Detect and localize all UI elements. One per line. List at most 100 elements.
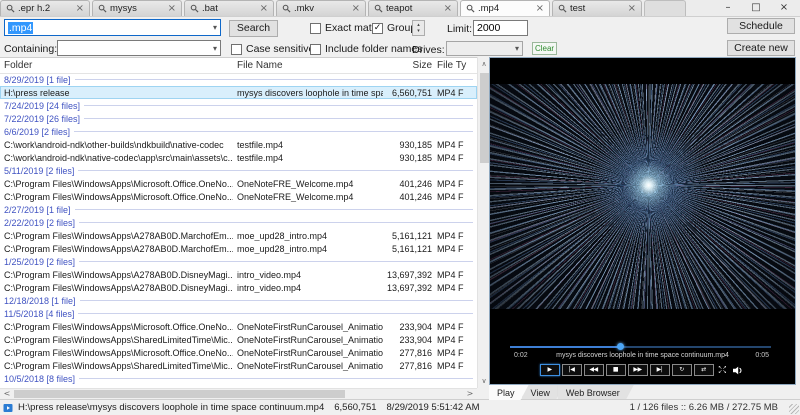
limit-input[interactable] <box>473 20 528 36</box>
tab-mysys[interactable]: mysys× <box>92 0 182 16</box>
progress-fill <box>510 346 620 348</box>
tab-close-icon[interactable]: × <box>444 4 452 13</box>
include-folder-names-checkbox[interactable] <box>310 44 321 55</box>
tab-epr-h-2[interactable]: .epr h.2× <box>0 0 90 16</box>
shuffle-button[interactable]: ⇄ <box>694 364 714 376</box>
name-cell: testfile.mp4 <box>233 153 383 163</box>
search-icon <box>190 4 199 13</box>
new-tab-stub[interactable] <box>644 0 686 16</box>
table-row[interactable]: C:\Program Files\WindowsApps\SharedLimit… <box>0 359 477 372</box>
horizontal-scroll-thumb[interactable] <box>14 390 345 398</box>
chevron-down-icon[interactable]: ▾ <box>213 23 217 32</box>
close-icon[interactable]: × <box>770 1 798 15</box>
resize-grip[interactable] <box>789 404 799 414</box>
table-row[interactable]: C:\work\android-ndk\native-codec\app\src… <box>0 151 477 164</box>
tab-close-icon[interactable]: × <box>260 4 268 13</box>
group-divider <box>75 209 473 210</box>
filetype-cell: MP4 F <box>432 88 473 98</box>
scroll-left-icon[interactable]: < <box>1 389 13 399</box>
clear-button[interactable]: Clear <box>532 42 557 55</box>
name-cell: testfile.mp4 <box>233 140 383 150</box>
scroll-right-icon[interactable]: > <box>464 389 476 399</box>
video-frame[interactable] <box>490 84 795 309</box>
volume-button[interactable] <box>732 364 746 376</box>
table-row[interactable]: C:\work\android-ndk\other-builds\ndkbuil… <box>0 138 477 151</box>
group-divider <box>80 300 473 301</box>
window-controls: – □ × <box>714 0 798 15</box>
vertical-scroll-thumb[interactable] <box>480 73 489 163</box>
tab-bat[interactable]: .bat× <box>184 0 274 16</box>
group-spinner[interactable]: ▴ ▾ <box>412 20 425 36</box>
group-checkbox[interactable]: ✓ <box>372 23 383 34</box>
size-cell: 401,246 <box>383 192 432 202</box>
table-row[interactable]: C:\Program Files\WindowsApps\A278AB0D.Ma… <box>0 242 477 255</box>
previous-button[interactable]: |◀ <box>562 364 582 376</box>
group-row: 2/27/2019 [1 file] <box>0 203 477 216</box>
repeat-icon: ↻ <box>679 367 684 373</box>
tab-teapot[interactable]: teapot× <box>368 0 458 16</box>
schedule-button[interactable]: Schedule <box>727 18 795 34</box>
table-row[interactable]: C:\Program Files\WindowsApps\A278AB0D.Di… <box>0 281 477 294</box>
fullscreen-button[interactable]: ↖↗ ↙↘ <box>716 364 730 376</box>
spinner-down-icon[interactable]: ▾ <box>417 28 420 34</box>
table-row[interactable]: C:\Program Files\WindowsApps\Microsoft.O… <box>0 320 477 333</box>
tab-close-icon[interactable]: × <box>168 4 176 13</box>
table-row[interactable]: C:\Program Files\WindowsApps\SharedLimit… <box>0 333 477 346</box>
table-row[interactable]: C:\Program Files\WindowsApps\A278AB0D.Ma… <box>0 229 477 242</box>
player-tabs: PlayViewWeb Browser <box>489 385 796 400</box>
search-input[interactable]: .mp4 ▾ <box>4 19 221 36</box>
player-tab-view[interactable]: View <box>523 385 564 400</box>
tab-close-icon[interactable]: × <box>352 4 360 13</box>
fast-forward-button[interactable]: ▶▶ <box>628 364 648 376</box>
filetype-cell: MP4 F <box>432 322 473 332</box>
search-button[interactable]: Search <box>229 20 278 37</box>
containing-input[interactable]: ▾ <box>57 40 221 56</box>
case-sensitive-checkbox[interactable] <box>231 44 242 55</box>
tab-close-icon[interactable]: × <box>76 4 84 13</box>
tab-test[interactable]: test× <box>552 0 642 16</box>
name-cell: intro_video.mp4 <box>233 270 383 280</box>
video-title: mysys discovers loophole in time space c… <box>490 352 795 359</box>
group-divider <box>84 105 473 106</box>
tab-mkv[interactable]: .mkv× <box>276 0 366 16</box>
column-header-folder[interactable]: Folder <box>0 60 233 71</box>
drives-dropdown[interactable]: ▾ <box>446 41 523 56</box>
search-icon <box>374 4 383 13</box>
horizontal-scrollbar[interactable]: < > <box>0 388 477 399</box>
column-header-file-type[interactable]: File Ty <box>432 60 473 71</box>
group-divider <box>79 261 473 262</box>
group-label: 7/22/2019 [26 files] <box>0 114 80 124</box>
filetype-cell: MP4 F <box>432 348 473 358</box>
tab-close-icon[interactable]: × <box>628 4 636 13</box>
group-row: 8/29/2019 [1 file] <box>0 73 477 86</box>
player-tab-web-browser[interactable]: Web Browser <box>558 385 634 400</box>
table-row[interactable]: C:\Program Files\WindowsApps\A278AB0D.Di… <box>0 268 477 281</box>
name-cell: OneNoteFirstRunCarousel_Animation1.mp4 <box>233 322 383 332</box>
table-row[interactable]: C:\Program Files\WindowsApps\Microsoft.O… <box>0 346 477 359</box>
minimize-icon[interactable]: – <box>714 1 742 15</box>
table-row[interactable]: H:\press releasemysys discovers loophole… <box>0 86 477 99</box>
tab-mp4[interactable]: .mp4× <box>460 0 550 16</box>
create-new-db-button[interactable]: Create new DB <box>727 40 795 56</box>
column-header-file-name[interactable]: File Name <box>233 60 383 71</box>
maximize-icon[interactable]: □ <box>742 1 770 15</box>
tab-close-icon[interactable]: × <box>536 4 544 13</box>
chevron-down-icon[interactable]: ▾ <box>213 44 217 53</box>
repeat-button[interactable]: ↻ <box>672 364 692 376</box>
column-header-size[interactable]: Size <box>383 60 432 71</box>
table-row[interactable]: C:\Program Files\WindowsApps\Microsoft.O… <box>0 177 477 190</box>
stop-button[interactable]: ■ <box>606 364 626 376</box>
table-row[interactable]: C:\Program Files\WindowsApps\Microsoft.O… <box>0 190 477 203</box>
size-cell: 13,697,392 <box>383 283 432 293</box>
filetype-cell: MP4 F <box>432 361 473 371</box>
progress-thumb[interactable] <box>617 343 624 350</box>
size-cell: 233,904 <box>383 322 432 332</box>
seek-slider[interactable] <box>510 345 771 348</box>
play-button[interactable]: ▶ <box>540 364 560 376</box>
exact-match-checkbox[interactable] <box>310 23 321 34</box>
size-cell: 13,697,392 <box>383 270 432 280</box>
next-button[interactable]: ▶| <box>650 364 670 376</box>
filetype-cell: MP4 F <box>432 270 473 280</box>
name-cell: intro_video.mp4 <box>233 283 383 293</box>
rewind-button[interactable]: ◀◀ <box>584 364 604 376</box>
